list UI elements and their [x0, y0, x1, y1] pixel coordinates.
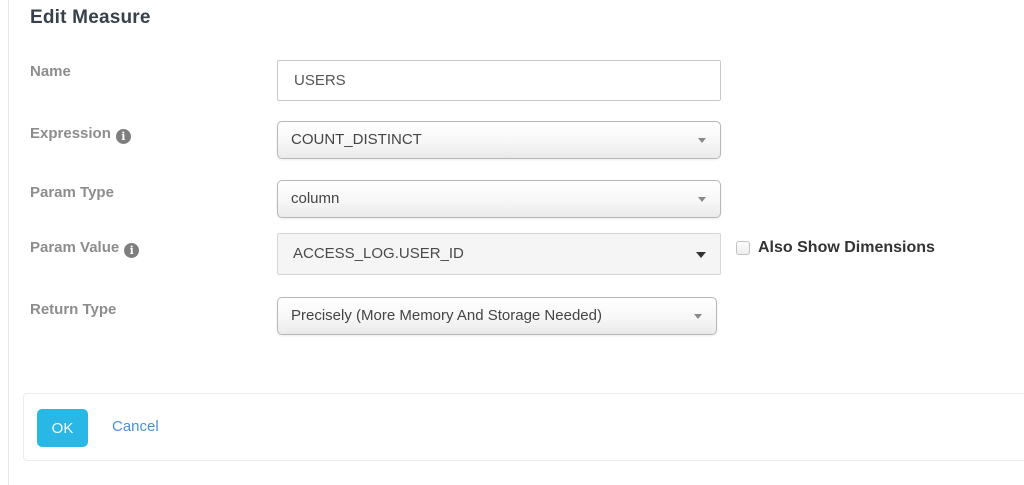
also-show-dimensions-group: Also Show Dimensions	[736, 239, 935, 257]
expression-select[interactable]: COUNT_DISTINCT	[277, 121, 721, 159]
ok-button[interactable]: OK	[37, 409, 88, 447]
name-input[interactable]	[277, 60, 721, 101]
expression-field-label: Expressioni	[30, 125, 131, 144]
info-icon[interactable]: i	[124, 243, 139, 258]
return-type-field-label: Return Type	[30, 301, 116, 318]
name-field-label: Name	[30, 63, 71, 80]
info-icon[interactable]: i	[116, 129, 131, 144]
caret-down-icon	[698, 138, 706, 143]
caret-down-icon	[696, 252, 706, 258]
caret-down-icon	[694, 314, 702, 319]
return-type-select-value: Precisely (More Memory And Storage Neede…	[291, 307, 602, 324]
param-value-dropdown[interactable]: ACCESS_LOG.USER_ID	[277, 233, 721, 275]
page-title: Edit Measure	[30, 7, 151, 29]
edit-measure-panel: Edit Measure Name Expressioni COUNT_DIST…	[8, 0, 1024, 485]
cancel-link[interactable]: Cancel	[112, 394, 159, 460]
return-type-select[interactable]: Precisely (More Memory And Storage Neede…	[277, 297, 717, 335]
expression-select-value: COUNT_DISTINCT	[291, 131, 422, 148]
caret-down-icon	[698, 197, 706, 202]
param-value-field-label: Param Valuei	[30, 239, 139, 258]
param-type-field-label: Param Type	[30, 184, 114, 201]
also-show-dimensions-checkbox[interactable]	[736, 241, 750, 255]
also-show-dimensions-label[interactable]: Also Show Dimensions	[758, 239, 935, 257]
param-type-select-value: column	[291, 190, 339, 207]
param-type-select[interactable]: column	[277, 180, 721, 218]
param-value-dropdown-value: ACCESS_LOG.USER_ID	[293, 245, 464, 262]
form-footer: OK Cancel	[23, 393, 1024, 461]
